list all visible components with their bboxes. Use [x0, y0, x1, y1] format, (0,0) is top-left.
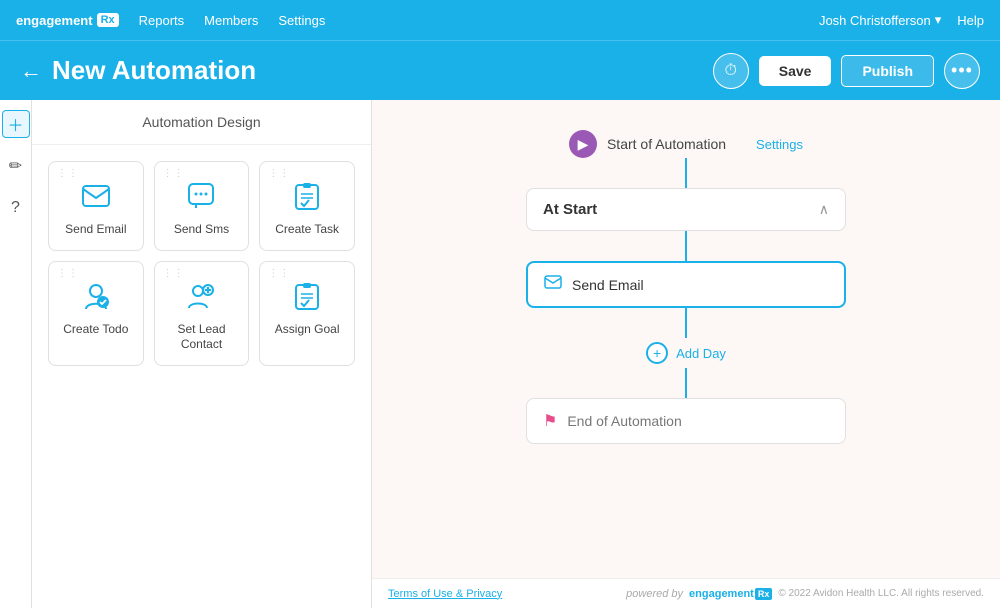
connector-line-2: [685, 231, 687, 261]
top-nav: engagement Rx Reports Members Settings J…: [0, 0, 1000, 40]
history-button[interactable]: ⏱: [713, 53, 749, 89]
start-label: Start of Automation: [607, 136, 726, 152]
assign-goal-label: Assign Goal: [275, 322, 340, 338]
nav-members[interactable]: Members: [204, 13, 258, 28]
logo-rx: Rx: [97, 13, 119, 27]
footer: Terms of Use & Privacy powered by engage…: [372, 578, 1000, 608]
assign-goal-icon: [289, 278, 325, 314]
drag-dots: ⋮⋮: [57, 268, 79, 279]
powered-by-text: powered by: [626, 588, 683, 600]
title-area: ← New Automation: [20, 55, 256, 86]
at-start-text: At Start: [543, 201, 597, 218]
publish-button[interactable]: Publish: [841, 55, 934, 87]
chevron-up-icon: ∧: [819, 201, 829, 218]
set-lead-contact-label: Set Lead Contact: [177, 322, 225, 353]
header-actions: ⏱ Save Publish •••: [713, 53, 980, 89]
main-layout: ＋ ✏ ? Automation Design ⋮⋮ Send Email: [0, 100, 1000, 608]
save-button[interactable]: Save: [759, 56, 832, 86]
nav-settings[interactable]: Settings: [278, 13, 325, 28]
design-item-create-task[interactable]: ⋮⋮ Create Task: [259, 161, 355, 251]
nav-right: Josh Christofferson ▾ Help: [819, 12, 984, 28]
drag-dots: ⋮⋮: [268, 168, 290, 179]
terms-link[interactable]: Terms of Use & Privacy: [388, 588, 502, 600]
design-panel: Automation Design ⋮⋮ Send Email ⋮⋮: [32, 100, 372, 608]
more-button[interactable]: •••: [944, 53, 980, 89]
add-day-row: + Add Day: [646, 342, 726, 364]
help-link[interactable]: Help: [957, 13, 984, 28]
send-email-label: Send Email: [65, 222, 126, 238]
drag-dots: ⋮⋮: [163, 268, 185, 279]
footer-right: powered by engagementRx © 2022 Avidon He…: [626, 588, 984, 600]
design-item-send-email[interactable]: ⋮⋮ Send Email: [48, 161, 144, 251]
connector-line-1: [685, 158, 687, 188]
page-title: New Automation: [52, 55, 256, 86]
design-item-set-lead-contact[interactable]: ⋮⋮ Set Lead Contact: [154, 261, 250, 366]
connector-line-4: [685, 368, 687, 398]
create-task-icon: [289, 178, 325, 214]
add-day-button[interactable]: +: [646, 342, 668, 364]
design-panel-header: Automation Design: [32, 100, 371, 145]
nav-reports[interactable]: Reports: [139, 13, 185, 28]
add-day-label[interactable]: Add Day: [676, 346, 726, 361]
send-sms-icon: [183, 178, 219, 214]
create-todo-label: Create Todo: [63, 322, 128, 338]
set-lead-contact-icon: [183, 278, 219, 314]
send-email-flow-label: Send Email: [572, 277, 644, 293]
design-item-assign-goal[interactable]: ⋮⋮ Assign Goal: [259, 261, 355, 366]
sidebar-icons: ＋ ✏ ?: [0, 100, 32, 608]
drag-dots: ⋮⋮: [163, 168, 185, 179]
send-sms-label: Send Sms: [174, 222, 229, 238]
design-item-create-todo[interactable]: ⋮⋮ Create Todo: [48, 261, 144, 366]
drag-dots: ⋮⋮: [57, 168, 79, 179]
connector-line-3: [685, 308, 687, 338]
create-task-label: Create Task: [275, 222, 339, 238]
at-start-block[interactable]: At Start ∧: [526, 188, 846, 231]
send-email-icon: [78, 178, 114, 214]
end-block: ⚑ End of Automation: [526, 398, 846, 444]
flow-container: ▶ Start of Automation Settings At Start …: [486, 130, 886, 444]
logo-text: engagement: [16, 13, 93, 28]
more-icon: •••: [951, 60, 973, 81]
logo[interactable]: engagement Rx: [16, 13, 119, 28]
copyright-text: © 2022 Avidon Health LLC. All rights res…: [778, 588, 984, 599]
nav-left: engagement Rx Reports Members Settings: [16, 13, 325, 28]
send-email-block[interactable]: Send Email: [526, 261, 846, 308]
sidebar-add-icon[interactable]: ＋: [2, 110, 30, 138]
design-grid: ⋮⋮ Send Email ⋮⋮: [32, 145, 371, 382]
flow-start: ▶ Start of Automation Settings: [569, 130, 803, 158]
drag-dots: ⋮⋮: [268, 268, 290, 279]
sidebar-edit-icon[interactable]: ✏: [2, 152, 30, 180]
user-name[interactable]: Josh Christofferson ▾: [819, 12, 941, 28]
flag-icon: ⚑: [543, 411, 557, 431]
email-icon: [544, 275, 562, 294]
back-button[interactable]: ←: [20, 58, 42, 84]
page-header: ← New Automation ⏱ Save Publish •••: [0, 40, 1000, 100]
history-icon: ⏱: [724, 62, 736, 80]
start-play-icon: ▶: [569, 130, 597, 158]
footer-brand: engagementRx: [689, 588, 772, 600]
canvas-area[interactable]: ▶ Start of Automation Settings At Start …: [372, 100, 1000, 608]
sidebar-help-icon[interactable]: ?: [2, 194, 30, 222]
end-label: End of Automation: [567, 413, 681, 429]
design-item-send-sms[interactable]: ⋮⋮ Send Sms: [154, 161, 250, 251]
settings-link[interactable]: Settings: [756, 137, 803, 152]
create-todo-icon: [78, 278, 114, 314]
